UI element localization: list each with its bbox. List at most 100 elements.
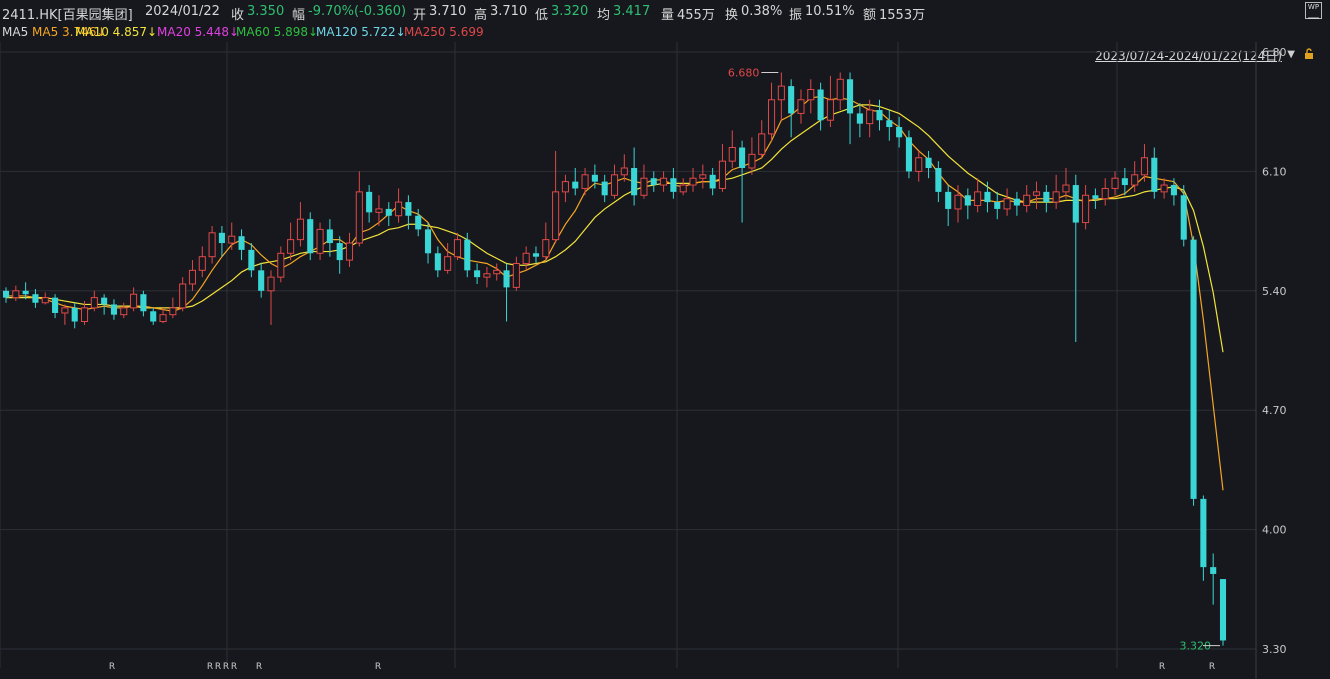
candle-body — [493, 269, 501, 275]
candle-body — [258, 270, 265, 291]
candle-body — [581, 174, 589, 189]
candle-body — [366, 191, 373, 213]
candle-body — [826, 99, 834, 121]
ma5-line — [6, 95, 1224, 491]
candle-body — [267, 276, 275, 292]
candle-body — [925, 157, 932, 168]
candle-body — [610, 174, 619, 196]
candle-body — [22, 290, 29, 295]
candle-body — [307, 219, 314, 254]
candle-body — [1013, 198, 1020, 206]
candle-body — [503, 270, 510, 288]
candles — [2, 72, 1227, 646]
candle-body — [61, 307, 69, 314]
candle-body — [140, 294, 147, 312]
candle-body — [797, 99, 805, 114]
r-marker: R — [231, 662, 237, 672]
y-tick-label: 4.00 — [1262, 524, 1287, 537]
candle-body — [385, 208, 392, 216]
candle-body — [12, 290, 20, 299]
candle-body — [159, 314, 167, 323]
candle-body — [709, 174, 716, 189]
candle-body — [188, 269, 197, 285]
candle-body — [120, 307, 128, 316]
candle-body — [1062, 184, 1070, 193]
candle-body — [699, 174, 707, 179]
candle-body — [866, 109, 874, 125]
candle-body — [620, 167, 628, 176]
candle-body — [532, 253, 540, 257]
candle-body — [1180, 195, 1187, 240]
candle-body — [198, 256, 206, 271]
candle-body — [424, 229, 432, 254]
candle-body — [631, 167, 638, 196]
candle-body — [1072, 185, 1079, 223]
candle-body — [817, 89, 824, 121]
candle-body — [935, 167, 942, 192]
candle-body — [32, 294, 39, 303]
y-tick-label: 5.40 — [1262, 285, 1287, 298]
candle-body — [552, 191, 560, 241]
candle-body — [1052, 191, 1060, 203]
candle-body — [169, 307, 177, 316]
candle-body — [80, 307, 89, 323]
candle-body — [954, 194, 962, 210]
y-tick-label: 3.30 — [1262, 643, 1287, 656]
candle-body — [1082, 194, 1090, 224]
candle-body — [1190, 239, 1197, 499]
candle-body — [179, 283, 187, 309]
y-tick-label: 6.80 — [1262, 46, 1287, 59]
candle-body — [228, 235, 236, 244]
candle-body — [1111, 177, 1119, 189]
candle-body — [1219, 579, 1227, 641]
candle-body — [355, 191, 363, 244]
candle-body — [974, 191, 982, 207]
candle-body — [807, 89, 815, 101]
candle-body — [689, 177, 697, 186]
r-marker: R — [207, 662, 213, 672]
candle-body — [1043, 191, 1050, 203]
candle-body — [395, 201, 403, 217]
candle-body — [591, 174, 598, 182]
y-axis: 6.80 6.10 5.40 4.70 4.00 3.30 — [1262, 46, 1287, 656]
r-marker: R — [1159, 662, 1165, 672]
candle-body — [52, 297, 59, 313]
candle-body — [886, 120, 893, 128]
candle-body — [434, 253, 441, 271]
high-annotation: 6.680 — [728, 66, 760, 79]
candle-body — [316, 228, 324, 254]
candle-body — [542, 239, 550, 258]
candle-body — [453, 239, 462, 258]
candle-body — [964, 195, 971, 206]
candle-body — [836, 78, 844, 101]
r-marker: R — [1209, 662, 1215, 672]
candle-body — [660, 177, 668, 186]
candle-body — [1151, 157, 1158, 192]
annotations: 6.680 3.320 — [728, 66, 1220, 653]
candle-body — [41, 297, 49, 304]
r-marker: R — [375, 662, 381, 672]
candle-body — [522, 252, 530, 265]
candle-body — [1160, 184, 1168, 193]
y-tick-label: 4.70 — [1262, 404, 1287, 417]
candle-body — [650, 178, 657, 186]
candle-body — [915, 157, 923, 172]
candle-body — [101, 297, 108, 305]
candle-body — [248, 249, 255, 271]
candle-body — [208, 232, 216, 258]
candle-body — [512, 263, 520, 288]
candle-body — [679, 184, 687, 193]
candle-body — [483, 273, 491, 278]
candle-body — [777, 85, 785, 101]
candle-body — [326, 229, 333, 244]
candle-body — [1170, 185, 1177, 196]
candle-body — [336, 243, 343, 261]
candle-body — [767, 99, 776, 135]
candle-body — [277, 252, 285, 278]
candle-body — [1023, 194, 1031, 207]
candle-body — [1200, 498, 1207, 568]
chart-grid — [0, 42, 1257, 679]
candle-body — [896, 127, 903, 138]
candle-body — [847, 79, 854, 114]
r-marker: R — [223, 662, 229, 672]
